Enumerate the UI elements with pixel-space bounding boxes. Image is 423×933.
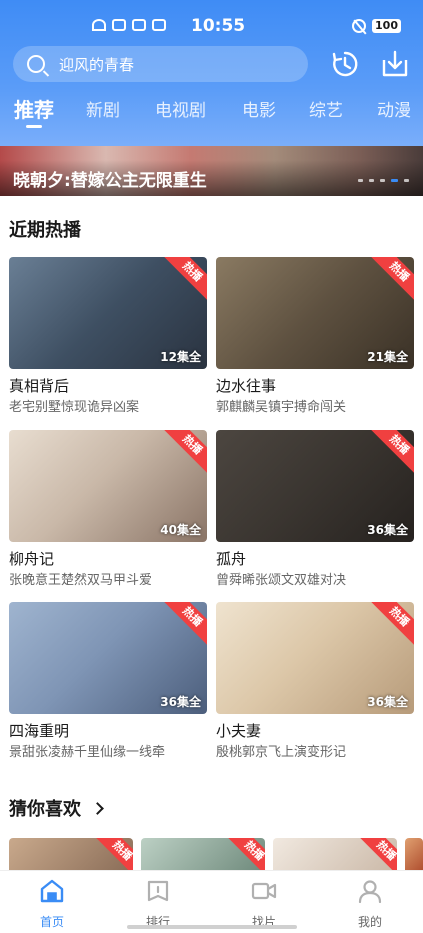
drama-poster: 热播 12集全 <box>9 257 207 369</box>
mute-icon <box>352 19 367 33</box>
tab-recommend[interactable]: 推荐 <box>14 94 54 123</box>
hot-badge: 热播 <box>163 602 207 646</box>
video-camera-icon <box>251 882 277 900</box>
drama-subtitle: 郭麒麟吴镇宇搏命闯关 <box>216 400 347 415</box>
status-time: 10:55 <box>191 16 246 36</box>
home-indicator[interactable] <box>127 925 297 929</box>
tab-anime[interactable]: 动漫 <box>377 96 411 121</box>
drama-subtitle: 曾舜晞张颂文双雄对决 <box>216 573 347 588</box>
hot-badge: 热播 <box>370 602 414 646</box>
drama-card[interactable]: 热播 21集全 边水往事 郭麒麟吴镇宇搏命闯关 <box>216 257 414 417</box>
nav-ranking[interactable]: 排行 <box>128 879 188 930</box>
hot-badge: 热播 <box>370 430 414 474</box>
episode-count: 36集全 <box>160 695 201 709</box>
drama-title: 边水往事 <box>216 377 277 395</box>
pager-dot <box>358 179 363 182</box>
category-tabs: 推荐 新剧 电视剧 电影 综艺 动漫 <box>0 96 423 136</box>
nav-find[interactable]: 找片 <box>234 879 294 930</box>
wifi-icon <box>92 19 106 31</box>
hot-badge: 热播 <box>370 257 414 301</box>
bottom-navigation: 首页 排行 找片 我的 <box>0 870 423 933</box>
drama-subtitle: 老宅别墅惊现诡异凶案 <box>9 400 140 415</box>
search-placeholder: 迎风的青春 <box>59 55 135 74</box>
drama-card[interactable]: 热播 36集全 孤舟 曾舜晞张颂文双雄对决 <box>216 430 414 590</box>
status-notification-icons <box>92 19 166 31</box>
drama-card[interactable]: 热播 12集全 真相背后 老宅别墅惊现诡异凶案 <box>9 257 207 417</box>
episode-count: 21集全 <box>367 350 408 364</box>
drama-poster: 热播 36集全 <box>216 430 414 542</box>
recommend-card[interactable]: 热播 <box>273 838 397 870</box>
featured-banner[interactable]: 晓朝夕:替嫁公主无限重生 <box>0 146 423 196</box>
pager-dot <box>380 179 385 182</box>
history-icon[interactable] <box>331 50 359 78</box>
message-icon <box>132 19 146 31</box>
drama-title: 真相背后 <box>9 377 70 395</box>
pager-dot-active <box>391 179 398 182</box>
drama-subtitle: 殷桃郭京飞上演变形记 <box>216 745 347 760</box>
drama-title: 小夫妻 <box>216 722 262 740</box>
nav-profile-label: 我的 <box>357 915 382 929</box>
app-header: 10:55 100 迎风的青春 推荐 新剧 电视剧 电影 综艺 动漫 <box>0 0 423 146</box>
active-tab-indicator <box>26 125 42 128</box>
hot-badge: 热播 <box>225 838 265 870</box>
ranking-icon <box>147 880 169 902</box>
nav-profile[interactable]: 我的 <box>340 879 400 930</box>
download-icon[interactable] <box>381 50 409 78</box>
episode-count: 36集全 <box>367 695 408 709</box>
search-icon <box>27 55 45 73</box>
section-title-guess-label: 猜你喜欢 <box>9 799 81 820</box>
drama-card[interactable]: 热播 40集全 柳舟记 张晚意王楚然双马甲斗爱 <box>9 430 207 590</box>
hot-badge: 热播 <box>163 430 207 474</box>
nav-home[interactable]: 首页 <box>22 879 82 930</box>
recommend-card[interactable]: 热播 <box>141 838 265 870</box>
hot-badge: 热播 <box>357 838 397 870</box>
status-bar: 10:55 100 <box>0 0 423 42</box>
banner-title: 晓朝夕:替嫁公主无限重生 <box>13 171 207 191</box>
banner-pager <box>358 179 409 182</box>
drama-title: 四海重明 <box>9 722 70 740</box>
hot-badge: 热播 <box>163 257 207 301</box>
tab-new-drama[interactable]: 新剧 <box>86 96 120 121</box>
home-icon <box>40 879 64 903</box>
pager-dot <box>404 179 409 182</box>
episode-count: 40集全 <box>160 523 201 537</box>
drama-card[interactable]: 热播 36集全 小夫妻 殷桃郭京飞上演变形记 <box>216 602 414 762</box>
drama-card[interactable]: 热播 36集全 四海重明 景甜张凌赫千里仙缘一线牵 <box>9 602 207 762</box>
section-title-guess[interactable]: 猜你喜欢 <box>9 795 104 821</box>
battery-level: 100 <box>372 19 401 33</box>
section-title-recent: 近期热播 <box>9 220 81 241</box>
tab-movie[interactable]: 电影 <box>242 96 276 121</box>
drama-poster: 热播 36集全 <box>9 602 207 714</box>
drama-title: 孤舟 <box>216 550 247 568</box>
drama-poster: 热播 21集全 <box>216 257 414 369</box>
notification-icon <box>112 19 126 31</box>
drama-subtitle: 张晚意王楚然双马甲斗爱 <box>9 573 153 588</box>
episode-count: 36集全 <box>367 523 408 537</box>
drama-subtitle: 景甜张凌赫千里仙缘一线牵 <box>9 745 166 760</box>
pager-dot <box>369 179 374 182</box>
hot-badge: 热播 <box>93 838 133 870</box>
recommend-card[interactable] <box>405 838 423 870</box>
recommend-card[interactable]: 热播 <box>9 838 133 870</box>
drama-poster: 热播 36集全 <box>216 602 414 714</box>
chevron-right-icon <box>91 802 104 815</box>
tab-variety[interactable]: 综艺 <box>309 96 343 121</box>
nav-home-label: 首页 <box>39 915 64 929</box>
drama-poster: 热播 40集全 <box>9 430 207 542</box>
user-icon <box>358 880 382 904</box>
drama-title: 柳舟记 <box>9 550 55 568</box>
app-icon <box>152 19 166 31</box>
tab-tv-series[interactable]: 电视剧 <box>155 96 206 121</box>
search-bar[interactable]: 迎风的青春 <box>13 46 308 82</box>
episode-count: 12集全 <box>160 350 201 364</box>
